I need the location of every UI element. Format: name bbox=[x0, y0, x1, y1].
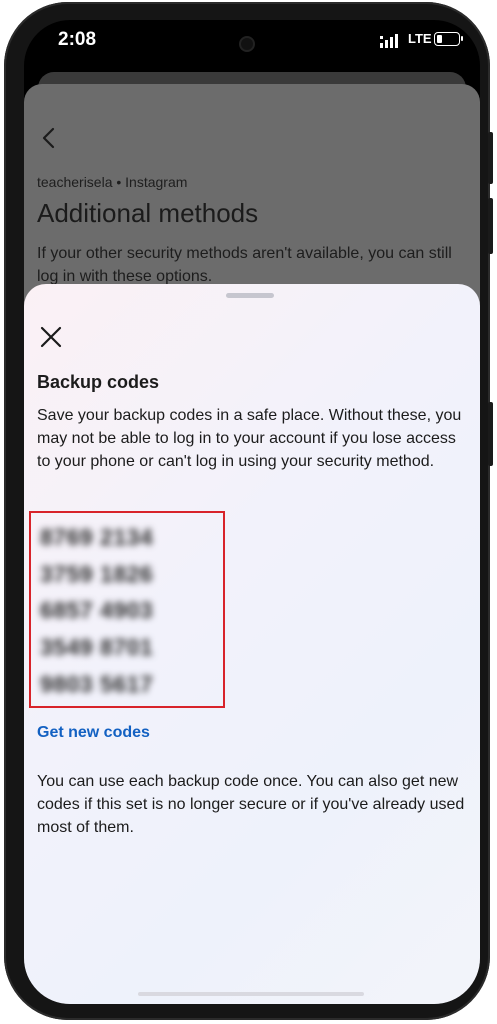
account-line: teacherisela • Instagram bbox=[37, 174, 188, 190]
backup-code: 9803 5617 bbox=[40, 671, 154, 697]
home-indicator[interactable] bbox=[138, 992, 364, 996]
signal-icon bbox=[380, 34, 398, 48]
phone-frame: 2:08 LTE teacherisela • Instagram Additi… bbox=[4, 2, 493, 1020]
backup-code: 3759 1826 bbox=[40, 561, 154, 587]
front-camera bbox=[241, 38, 253, 50]
status-bar: 2:08 LTE bbox=[24, 20, 480, 60]
back-arrow-icon[interactable] bbox=[38, 126, 62, 150]
volume-down-button bbox=[488, 198, 493, 254]
backup-code: 6857 4903 bbox=[40, 597, 154, 623]
sheet-title: Backup codes bbox=[37, 372, 160, 392]
sheet-description: Save your backup codes in a safe place. … bbox=[37, 407, 462, 470]
drag-handle[interactable] bbox=[226, 293, 274, 298]
network-type: LTE bbox=[408, 31, 432, 46]
backup-code: 8769 2134 bbox=[40, 524, 154, 550]
page-title: Additional methods bbox=[37, 198, 259, 228]
screen: 2:08 LTE teacherisela • Instagram Additi… bbox=[24, 20, 480, 1004]
page-description: If your other security methods aren't av… bbox=[37, 245, 452, 285]
footer-description: You can use each backup code once. You c… bbox=[37, 773, 465, 836]
power-button bbox=[488, 402, 493, 466]
volume-up-button bbox=[488, 132, 493, 184]
status-time: 2:08 bbox=[58, 29, 97, 50]
backup-codes-sheet: Backup codes Save your backup codes in a… bbox=[24, 284, 480, 1004]
get-new-codes-link[interactable]: Get new codes bbox=[37, 724, 150, 742]
backup-codes-highlight: 8769 2134 3759 1826 6857 4903 3549 8701 … bbox=[29, 511, 225, 708]
close-icon[interactable] bbox=[38, 324, 64, 350]
backup-code: 3549 8701 bbox=[40, 634, 154, 660]
battery-icon bbox=[434, 32, 463, 46]
